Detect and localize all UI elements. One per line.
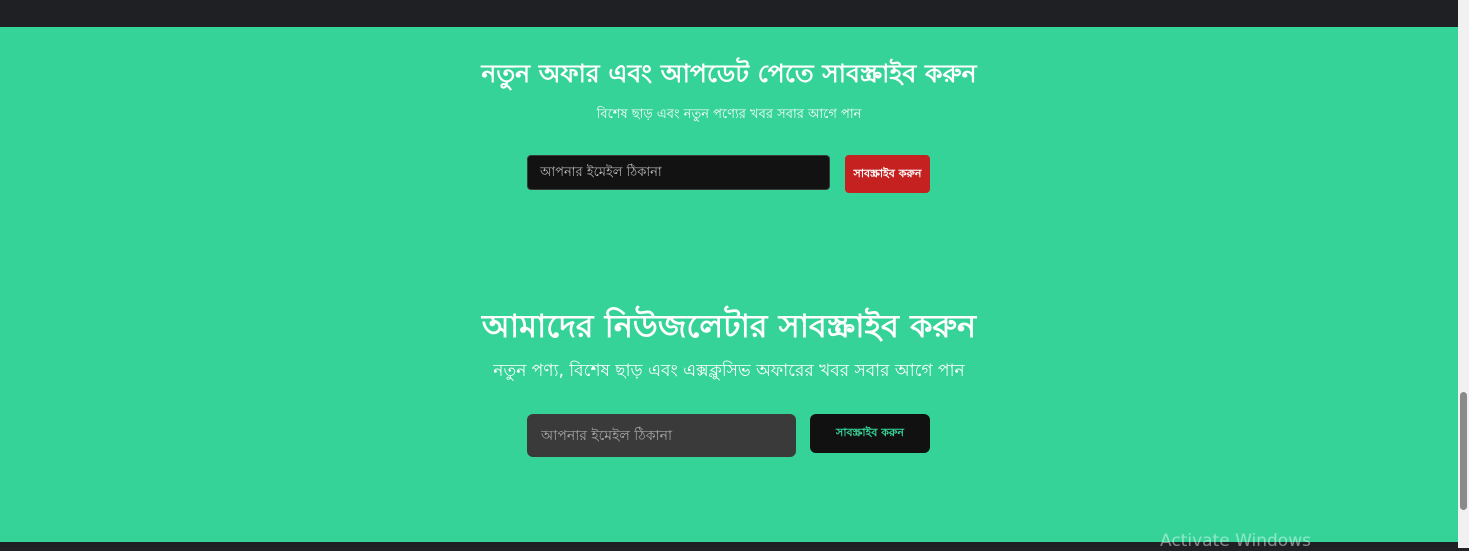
- subscribe-section-background: [0, 27, 1458, 542]
- newsletter-section-subtitle: নতুন পণ্য, বিশেষ ছাড় এবং এক্সক্লুসিভ অফ…: [493, 361, 965, 381]
- newsletter-email-input[interactable]: [527, 414, 796, 457]
- newsletter-section-title: আমাদের নিউজলেটার সাবস্ক্রাইব করুন: [481, 307, 977, 345]
- offer-email-input[interactable]: [527, 155, 830, 190]
- scrollbar-thumb[interactable]: [1460, 392, 1467, 510]
- os-activation-watermark: Activate Windows: [1160, 531, 1311, 551]
- top-dark-bar: [0, 0, 1458, 27]
- offer-section-subtitle: বিশেষ ছাড় এবং নতুন পণ্যের খবর সবার আগে …: [596, 107, 862, 122]
- offer-subscribe-button[interactable]: সাবস্ক্রাইব করুন: [845, 155, 930, 193]
- newsletter-subscribe-button[interactable]: সাবস্ক্রাইব করুন: [810, 414, 930, 453]
- offer-section-title: নতুন অফার এবং আপডেট পেতে সাবস্ক্রাইব করু…: [481, 59, 977, 88]
